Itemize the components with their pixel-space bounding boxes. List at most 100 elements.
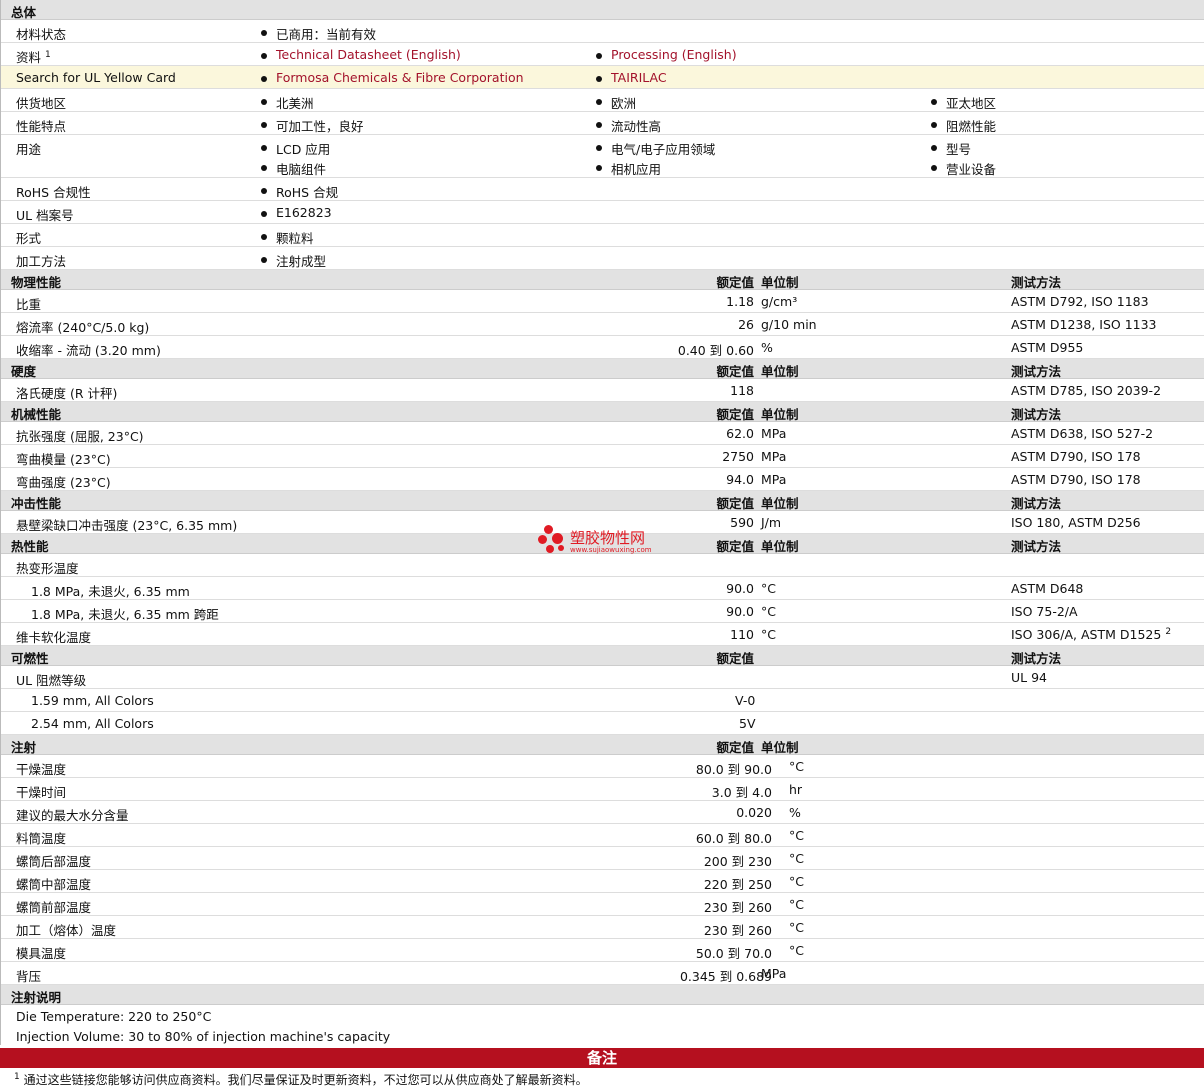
section-general: 总体 (1, 0, 1204, 20)
section-title: 可燃性 (11, 651, 49, 666)
list-item: 可加工性，良好 (261, 116, 364, 135)
section-impact: 冲击性能 额定值 单位制 测试方法 (1, 491, 1204, 511)
row-unit: J/m (761, 515, 782, 530)
row-value: 590 (730, 515, 754, 530)
row-label: UL 档案号 (16, 208, 74, 223)
row-unit: °C (789, 851, 804, 866)
company-link[interactable]: Formosa Chemicals & Fibre Corporation (261, 70, 524, 85)
row-unit: °C (789, 897, 804, 912)
header-method: 测试方法 (1011, 275, 1062, 290)
table-row: 弯曲强度 (23°C) 94.0 MPa ASTM D790, ISO 178 (1, 468, 1204, 491)
table-row: 1.8 MPa, 未退火, 6.35 mm 跨距 90.0 °C ISO 75-… (1, 600, 1204, 623)
row-label: UL 阻燃等级 (16, 673, 87, 688)
row-label: 收缩率 - 流动 (3.20 mm) (16, 343, 161, 358)
watermark-text: 塑胶物性网 (570, 529, 646, 547)
note-line: Injection Volume: 30 to 80% of injection… (1, 1025, 1204, 1045)
section-flammability: 可燃性 额定值 测试方法 (1, 646, 1204, 666)
header-method: 测试方法 (1011, 539, 1062, 554)
row-method: ASTM D648 (1011, 581, 1084, 596)
row-label: 维卡软化温度 (16, 630, 92, 645)
list-item: 欧洲 (596, 93, 636, 112)
row-method: ASTM D638, ISO 527-2 (1011, 426, 1154, 441)
row-label: 建议的最大水分含量 (16, 808, 129, 823)
row-value: 200 到 230 (703, 854, 772, 869)
row-method: ASTM D1238, ISO 1133 (1011, 317, 1157, 332)
table-row: 螺筒前部温度 230 到 260 °C (1, 893, 1204, 916)
row-method: ISO 306/A, ASTM D1525 2 (1011, 627, 1172, 643)
row-label: 干燥时间 (16, 785, 67, 800)
table-row: 螺筒后部温度 200 到 230 °C (1, 847, 1204, 870)
table-row: 料筒温度 60.0 到 80.0 °C (1, 824, 1204, 847)
section-title: 注射说明 (11, 990, 62, 1005)
tds-link[interactable]: Technical Datasheet (English) (261, 47, 461, 62)
list-item: 阻燃性能 (931, 116, 996, 135)
header-method: 测试方法 (1011, 407, 1062, 422)
header-method: 测试方法 (1011, 364, 1062, 379)
list-item: 营业设备 (931, 159, 996, 178)
table-row: 洛氏硬度 (R 计秤) 118 ASTM D785, ISO 2039-2 (1, 379, 1204, 402)
row-value: 230 到 260 (703, 900, 772, 915)
row-unit: °C (761, 604, 776, 619)
section-title: 注射 (11, 740, 37, 755)
header-unit: 单位制 (761, 407, 799, 422)
row-unit: MPa (761, 426, 787, 441)
row-value: 230 到 260 (703, 923, 772, 938)
row-value: 80.0 到 90.0 (695, 762, 772, 777)
row-value: 0.345 到 0.689 (679, 969, 772, 984)
section-title: 硬度 (11, 364, 37, 379)
note-line: Die Temperature: 220 to 250°C (1, 1005, 1204, 1025)
watermark-logo: 塑胶物性网 www.sujiaowuxing.com (538, 525, 678, 559)
row-method: ISO 75-2/A (1011, 604, 1078, 619)
row-documents: 资料 1 Technical Datasheet (English) Proce… (1, 43, 1204, 66)
row-label: 弯曲模量 (23°C) (16, 452, 111, 467)
list-item: 电脑组件 (261, 159, 326, 178)
row-value: 220 到 250 (703, 877, 772, 892)
row-unit: g/10 min (761, 317, 817, 332)
row-label: 用途 (16, 142, 42, 157)
row-label: 弯曲强度 (23°C) (16, 475, 111, 490)
row-label: 抗张强度 (屈服, 23°C) (16, 429, 144, 444)
section-physical: 物理性能 额定值 单位制 测试方法 (1, 270, 1204, 290)
header-nominal: 额定值 (716, 496, 754, 511)
row-uses: 用途 LCD 应用 电气/电子应用领域 型号 电脑组件 相机应用 营业设备 (1, 135, 1204, 178)
table-row: 抗张强度 (屈服, 23°C) 62.0 MPa ASTM D638, ISO … (1, 422, 1204, 445)
row-label: 1.8 MPa, 未退火, 6.35 mm (31, 584, 190, 599)
row-unit: % (761, 340, 773, 355)
row-unit: °C (761, 581, 776, 596)
section-mechanical: 机械性能 额定值 单位制 测试方法 (1, 402, 1204, 422)
row-value: 注射成型 (261, 251, 326, 270)
list-item: 亚太地区 (931, 93, 996, 112)
row-value: 26 (738, 317, 754, 332)
table-row: 螺筒中部温度 220 到 250 °C (1, 870, 1204, 893)
table-row: 收缩率 - 流动 (3.20 mm) 0.40 到 0.60 % ASTM D9… (1, 336, 1204, 359)
row-value: 5V (739, 716, 756, 731)
row-value: 60.0 到 80.0 (695, 831, 772, 846)
section-title: 物理性能 (11, 275, 62, 290)
table-row: 背压 0.345 到 0.689 MPa (1, 962, 1204, 985)
table-row: 建议的最大水分含量 0.020 % (1, 801, 1204, 824)
table-row: 熔流率 (240°C/5.0 kg) 26 g/10 min ASTM D123… (1, 313, 1204, 336)
header-unit: 单位制 (761, 740, 799, 755)
header-unit: 单位制 (761, 539, 799, 554)
row-label: 供货地区 (16, 96, 67, 111)
row-process: 加工方法 注射成型 (1, 247, 1204, 270)
processing-link[interactable]: Processing (English) (596, 47, 737, 62)
row-supply: 供货地区 北美洲 欧洲 亚太地区 (1, 89, 1204, 112)
row-value: V-0 (735, 693, 756, 708)
note-text: Die Temperature: 220 to 250°C (16, 1009, 212, 1024)
table-row: 干燥温度 80.0 到 90.0 °C (1, 755, 1204, 778)
table-row: 加工（熔体）温度 230 到 260 °C (1, 916, 1204, 939)
row-value: 90.0 (726, 604, 754, 619)
row-unit: hr (789, 782, 803, 797)
row-label: 洛氏硬度 (R 计秤) (16, 386, 118, 401)
section-injection: 注射 额定值 单位制 (1, 735, 1204, 755)
row-value: 110 (730, 627, 754, 642)
row-method: ASTM D792, ISO 1183 (1011, 294, 1149, 309)
section-injection-notes: 注射说明 (1, 985, 1204, 1005)
datasheet: 总体 材料状态 已商用：当前有效 资料 1 Technical Datashee… (0, 0, 1204, 1045)
table-row: 干燥时间 3.0 到 4.0 hr (1, 778, 1204, 801)
row-unit: °C (789, 759, 804, 774)
header-unit: 单位制 (761, 364, 799, 379)
table-row: 弯曲模量 (23°C) 2750 MPa ASTM D790, ISO 178 (1, 445, 1204, 468)
brand-link[interactable]: TAIRILAC (596, 70, 667, 85)
